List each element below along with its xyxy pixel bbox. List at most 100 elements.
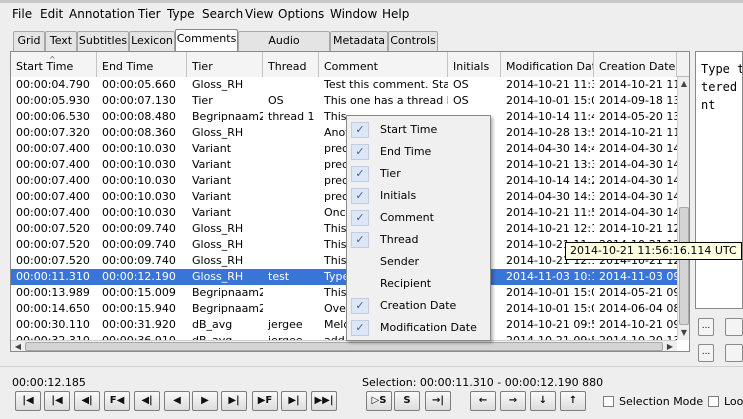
panel-more-button[interactable]: ...: [698, 318, 714, 336]
menu-item-label: End Time: [380, 145, 432, 158]
table-cell: 00:00:10.030: [102, 158, 176, 171]
menu-item-initials[interactable]: ✓ Initials: [347, 185, 490, 207]
go-to-begin-button[interactable]: |◀: [15, 391, 41, 411]
tab-comments[interactable]: Comments: [175, 29, 238, 51]
previous-annotation-button[interactable]: ←: [470, 391, 496, 411]
menu-edit[interactable]: Edit: [40, 7, 63, 21]
menu-item-end-time[interactable]: ✓ End Time: [347, 141, 490, 163]
menu-search[interactable]: Search: [202, 7, 243, 21]
column-header-creation-date[interactable]: Creation Date: [594, 52, 677, 77]
table-row[interactable]: 00:00:05.930 00:00:07.130 Tier OS This one h…: [11, 93, 677, 109]
menu-item-recipient[interactable]: Recipient: [347, 273, 490, 295]
checkmark-icon: ✓: [351, 166, 369, 182]
vertical-scroll-thumb[interactable]: [679, 207, 689, 325]
menu-item-comment[interactable]: ✓ Comment: [347, 207, 490, 229]
column-header-end-time[interactable]: End Time: [97, 52, 187, 77]
panel-add-button[interactable]: [725, 344, 743, 362]
table-row[interactable]: 00:00:07.400 00:00:10.030 Variant preci... 2…: [11, 141, 677, 157]
comment-text-panel[interactable]: Type t tered nt: [695, 51, 743, 309]
column-header-thread[interactable]: Thread: [263, 52, 319, 77]
previous-frame-button[interactable]: |◀: [44, 391, 70, 411]
table-cell: Gloss_RH: [192, 126, 244, 139]
table-row[interactable]: 00:00:11.310 00:00:12.190 Gloss_RH test Type…: [11, 269, 677, 285]
table-cell: 00:00:07.400: [16, 206, 90, 219]
menu-type[interactable]: Type: [167, 7, 195, 21]
tab-subtitles[interactable]: Subtitles: [77, 31, 129, 51]
menu-item-start-time[interactable]: ✓ Start Time: [347, 119, 490, 141]
menu-window[interactable]: Window: [330, 7, 377, 21]
table-cell: OS: [453, 94, 469, 107]
menu-item-modification-date[interactable]: ✓ Modification Date: [347, 317, 490, 339]
next-annotation-button[interactable]: →: [500, 391, 526, 411]
panel-more-button[interactable]: ...: [698, 344, 714, 362]
tab-controls[interactable]: Controls: [388, 31, 438, 51]
table-cell: 2014-10-20 13:...: [594, 333, 677, 340]
checkmark-icon: ✓: [351, 232, 369, 248]
selection-mode-checkbox[interactable]: [603, 396, 614, 407]
table-row[interactable]: 00:00:32.31000:00:36.910dB_avgjergeeadd …: [11, 333, 677, 340]
scroll-down-arrow-icon[interactable]: ▼: [678, 326, 689, 340]
clear-selection-button[interactable]: S: [394, 391, 420, 411]
play-backwards-button[interactable]: ◀: [164, 391, 190, 411]
menu-item-sender[interactable]: Sender: [347, 251, 490, 273]
menu-item-thread[interactable]: ✓ Thread: [347, 229, 490, 251]
selection-begin-button[interactable]: ◀|: [134, 391, 160, 411]
horizontal-scroll-thumb[interactable]: [25, 342, 663, 351]
scroll-right-arrow-icon[interactable]: ▶: [663, 341, 677, 351]
table-cell: jergee: [263, 333, 319, 340]
table-row[interactable]: 00:00:07.400 00:00:10.030 Variant preci... 2…: [11, 189, 677, 205]
table-row[interactable]: 00:00:07.400 00:00:10.030 Variant preci... 2…: [11, 173, 677, 189]
menu-options[interactable]: Options: [278, 7, 324, 21]
scroll-left-arrow-icon[interactable]: ◀: [11, 341, 25, 351]
selection-end-button[interactable]: ▶|: [221, 391, 247, 411]
table-cell: 00:00:05.930: [16, 94, 90, 107]
menu-view[interactable]: View: [245, 7, 273, 21]
menu-tier[interactable]: Tier: [138, 7, 161, 21]
tab-lexicon[interactable]: Lexicon: [129, 31, 175, 51]
menu-help[interactable]: Help: [382, 7, 409, 21]
table-cell: 00:00:09.740: [102, 238, 176, 251]
menu-annotation[interactable]: Annotation: [69, 7, 135, 21]
selection-mode-label: Selection Mode: [619, 395, 704, 408]
table-cell: 00:00:10.030: [102, 206, 176, 219]
menu-item-creation-date[interactable]: ✓ Creation Date: [347, 295, 490, 317]
play-button[interactable]: ▶: [192, 391, 218, 411]
tab-metadata[interactable]: Metadata: [330, 31, 388, 51]
next-pixel-button[interactable]: ▶F: [252, 391, 278, 411]
menu-file[interactable]: File: [12, 7, 32, 21]
table-row[interactable]: 00:00:07.320 00:00:08.360 Gloss_RH Anot... 2…: [11, 125, 677, 141]
table-row[interactable]: 00:00:07.400 00:00:10.030 Variant Once... 20…: [11, 205, 677, 221]
table-row[interactable]: 00:00:14.650 00:00:15.940 Begripnaam2 Over.…: [11, 301, 677, 317]
table-cell: OS: [268, 94, 284, 107]
go-to-selection-end-button[interactable]: →|: [425, 391, 451, 411]
tab-grid[interactable]: Grid: [13, 31, 45, 51]
loop-checkbox[interactable]: [708, 396, 719, 407]
table-row[interactable]: 00:00:07.520 00:00:09.740 Gloss_RH This... 2…: [11, 221, 677, 237]
scroll-up-arrow-icon[interactable]: ▲: [678, 77, 689, 91]
next-second-button[interactable]: ▶|: [281, 391, 307, 411]
tab-text[interactable]: Text: [45, 31, 77, 51]
previous-second-button[interactable]: ◀|: [74, 391, 100, 411]
menu-item-tier[interactable]: ✓ Tier: [347, 163, 490, 185]
column-header-initials[interactable]: Initials: [448, 52, 501, 77]
go-to-end-button[interactable]: ▶▶|: [311, 391, 337, 411]
play-selection-button[interactable]: ▷S: [366, 391, 392, 411]
table-row[interactable]: 00:00:06.530 00:00:08.480 Begripnaam2 threa…: [11, 109, 677, 125]
previous-tier-button[interactable]: ↑: [560, 391, 586, 411]
horizontal-scrollbar[interactable]: ◀ ▶: [11, 340, 677, 351]
table-cell: Gloss_RH: [192, 270, 244, 283]
comment-text-line: nt: [701, 98, 716, 112]
table-cell: Begripnaam2: [192, 110, 263, 123]
table-row[interactable]: 00:00:07.400 00:00:10.030 Variant preci... 2…: [11, 157, 677, 173]
table-row[interactable]: 00:00:04.790 00:00:05.660 Gloss_RH Test thi…: [11, 77, 677, 93]
column-header-tier[interactable]: Tier: [187, 52, 263, 77]
table-row[interactable]: 00:00:30.110 00:00:31.920 dB_avg jergee Meld…: [11, 317, 677, 333]
column-header-comment[interactable]: Comment: [319, 52, 448, 77]
vertical-scrollbar[interactable]: ▲ ▼: [677, 77, 689, 340]
table-row[interactable]: 00:00:13.989 00:00:15.009 Begripnaam2 This.…: [11, 285, 677, 301]
column-header-modification-date[interactable]: Modification Date: [501, 52, 594, 77]
tab-audio-recognizer[interactable]: Audio Recognizer: [238, 31, 330, 65]
next-tier-button[interactable]: ↓: [530, 391, 556, 411]
panel-add-button[interactable]: [725, 318, 743, 336]
previous-pixel-button[interactable]: F◀: [104, 391, 130, 411]
